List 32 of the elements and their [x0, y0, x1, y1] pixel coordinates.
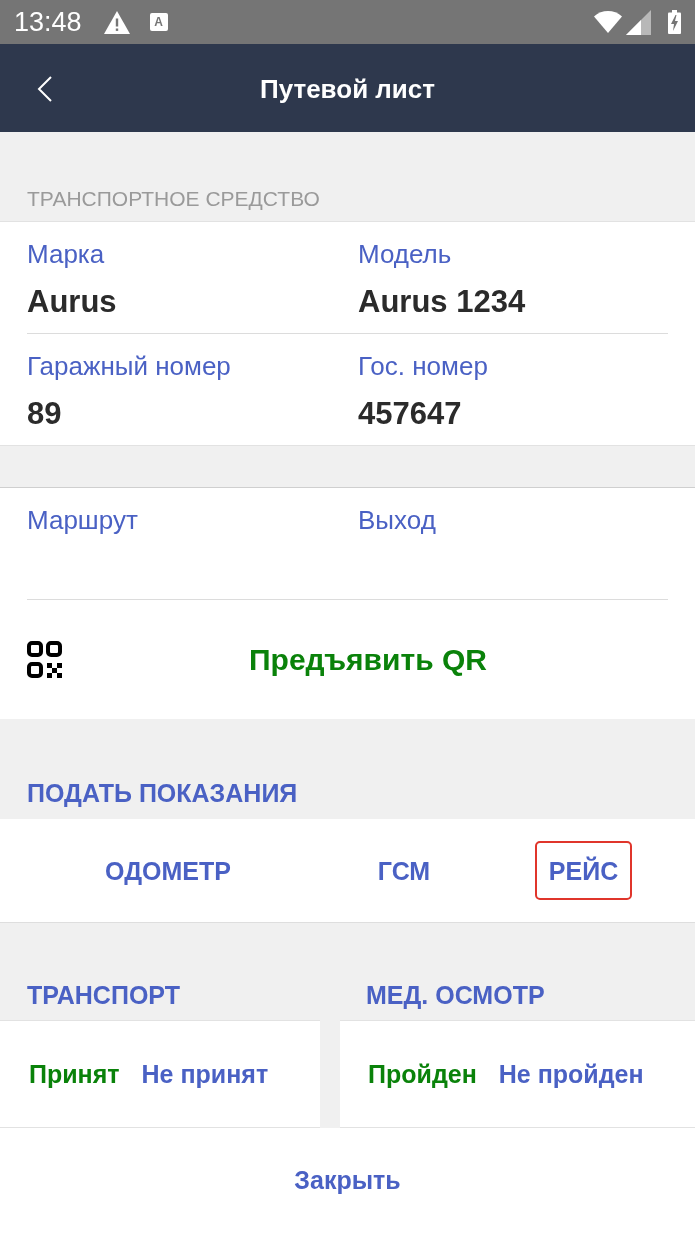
- warning-icon: [103, 10, 130, 34]
- screen-title: Путевой лист: [259, 73, 436, 105]
- field-value: Aurus 1234: [358, 284, 527, 320]
- field-label: Маршрут: [27, 504, 139, 536]
- section-header: ТРАНСПОРТНОЕ СРЕДСТВО: [27, 186, 320, 212]
- section-header: МЕД. ОСМОТР: [366, 980, 545, 1010]
- status-option[interactable]: Принят: [29, 1058, 120, 1090]
- battery-charging-icon: [668, 10, 681, 34]
- field-label: Модель: [358, 238, 453, 270]
- reading-tab[interactable]: ОДОМЕТР: [91, 841, 245, 900]
- wifi-icon: [594, 11, 622, 33]
- status-option[interactable]: Не пройден: [498, 1058, 644, 1090]
- field-value: Aurus: [27, 284, 118, 320]
- notification-icon: A: [149, 13, 168, 31]
- close-button[interactable]: Закрыть: [286, 1158, 409, 1202]
- reading-tab[interactable]: РЕЙС: [534, 841, 633, 900]
- qr-code-icon: [27, 641, 62, 678]
- field-label: Гаражный номер: [27, 350, 232, 382]
- section-header: ТРАНСПОРТ: [27, 980, 180, 1010]
- section-header: ПОДАТЬ ПОКАЗАНИЯ: [27, 778, 298, 808]
- status-option[interactable]: Не принят: [141, 1058, 269, 1090]
- field-label: Выход: [358, 504, 437, 536]
- field-label: Марка: [27, 238, 106, 270]
- signal-icon: [626, 9, 651, 35]
- field-value: 457647: [358, 396, 463, 432]
- status-time: 13:48: [14, 6, 82, 38]
- field-value: 89: [27, 396, 63, 432]
- status-option[interactable]: Пройден: [368, 1058, 477, 1090]
- show-qr-button[interactable]: Предъявить QR: [27, 629, 668, 690]
- back-chevron-icon: [37, 76, 53, 102]
- reading-tab[interactable]: ГСМ: [363, 841, 445, 900]
- field-label: Гос. номер: [358, 350, 489, 382]
